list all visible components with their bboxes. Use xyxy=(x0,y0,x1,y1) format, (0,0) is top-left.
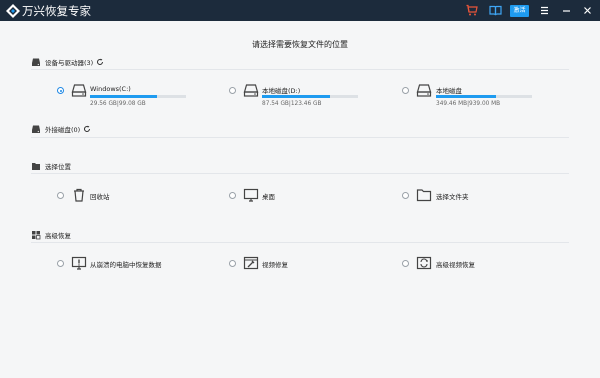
advanced-video-radio[interactable] xyxy=(402,260,409,267)
drive-c-usage-bar xyxy=(90,95,186,98)
monitor-icon xyxy=(243,188,259,202)
trash-icon xyxy=(74,188,84,202)
app-title: 万兴恢复专家 xyxy=(22,4,91,18)
hard-drive-icon xyxy=(243,84,259,97)
section-devices-header: 设备与驱动器(3) xyxy=(31,56,104,68)
divider xyxy=(31,137,569,138)
cart-icon[interactable] xyxy=(465,3,480,18)
minimize-icon[interactable] xyxy=(559,3,574,18)
divider xyxy=(31,173,569,174)
crashed-pc-icon xyxy=(71,256,87,270)
select-folder-radio[interactable] xyxy=(402,192,409,199)
drive-d-radio[interactable] xyxy=(229,87,236,94)
drive-local-usage-bar xyxy=(436,95,532,98)
drive-local-radio[interactable] xyxy=(402,87,409,94)
advanced-video-icon xyxy=(416,256,432,270)
drive-c-size: 29.56 GB|99.08 GB xyxy=(90,101,146,107)
folder-icon xyxy=(416,189,432,202)
desktop-label: 桌面 xyxy=(262,193,275,201)
section-location-title: 选择位置 xyxy=(45,163,71,171)
drive-local-usage-fill xyxy=(436,95,497,98)
recycle-bin-radio[interactable] xyxy=(57,192,64,199)
drive-local-size: 349.46 MB|939.00 MB xyxy=(436,101,501,107)
drive-icon xyxy=(32,58,40,66)
drive-icon xyxy=(32,125,40,133)
drive-c-radio[interactable] xyxy=(57,87,64,94)
desktop-radio[interactable] xyxy=(229,192,236,199)
drive-c-label: Windows(C:) xyxy=(90,85,131,93)
select-folder-label: 选择文件夹 xyxy=(436,193,469,201)
drive-local-label: 本地磁盘 xyxy=(436,87,462,95)
drive-d-usage-fill xyxy=(262,95,331,98)
advanced-video-label: 高级视频恢复 xyxy=(436,261,475,269)
drive-d-usage-bar xyxy=(262,95,358,98)
section-external-title: 外接磁盘(0) xyxy=(45,126,81,134)
app-logo-icon xyxy=(6,4,20,18)
drive-d-size: 87.54 GB|123.46 GB xyxy=(262,101,322,107)
drive-c-usage-fill xyxy=(90,95,158,98)
section-advanced-title: 高级恢复 xyxy=(45,232,71,240)
hard-drive-icon xyxy=(416,84,432,97)
video-repair-radio[interactable] xyxy=(229,260,236,267)
section-devices-title: 设备与驱动器(3) xyxy=(45,59,94,67)
section-advanced-header: 高级恢复 xyxy=(31,229,71,241)
menu-icon[interactable] xyxy=(537,3,552,18)
activate-button[interactable]: 激活 xyxy=(510,5,529,17)
section-location-header: 选择位置 xyxy=(31,160,71,172)
page-heading: 请选择需要恢复文件的位置 xyxy=(252,40,348,49)
grid-icon xyxy=(32,231,41,240)
video-repair-icon xyxy=(243,256,259,270)
refresh-icon[interactable] xyxy=(83,125,91,133)
video-repair-label: 视频修复 xyxy=(262,261,288,269)
folder-icon xyxy=(32,163,40,170)
crashed-pc-radio[interactable] xyxy=(57,260,64,267)
hard-drive-icon xyxy=(71,84,87,97)
section-external-header: 外接磁盘(0) xyxy=(31,123,91,135)
close-icon[interactable] xyxy=(580,3,595,18)
refresh-icon[interactable] xyxy=(96,58,104,66)
divider xyxy=(31,242,569,243)
drive-d-label: 本地磁盘(D:) xyxy=(262,87,301,95)
divider xyxy=(31,69,569,70)
title-bar: 万兴恢复专家 激活 xyxy=(0,0,600,21)
crashed-pc-label: 从崩溃的电脑中恢复数据 xyxy=(90,261,162,269)
book-icon[interactable] xyxy=(488,3,503,18)
recycle-bin-label: 回收站 xyxy=(90,193,110,201)
